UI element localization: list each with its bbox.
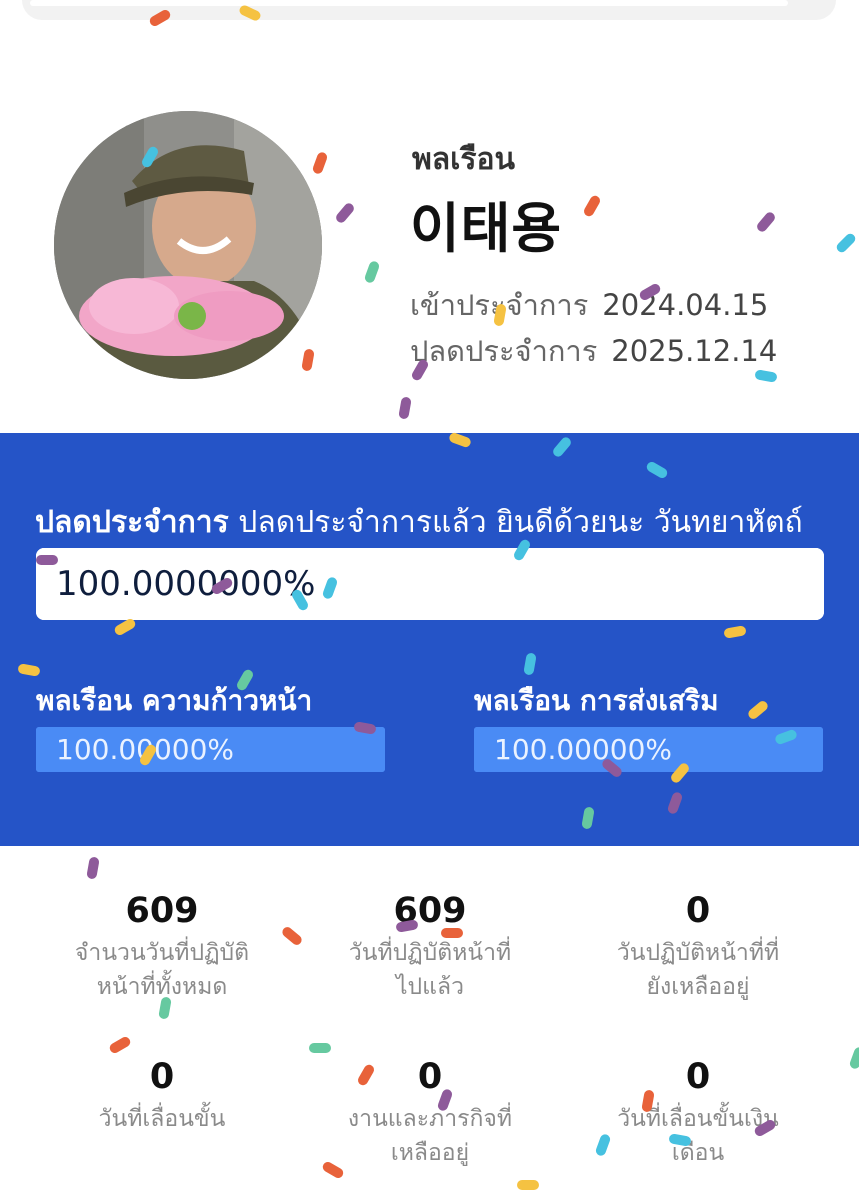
enlist-date: 2024.04.15: [602, 288, 769, 322]
confetti-piece: [312, 152, 328, 174]
confetti-piece: [398, 397, 412, 419]
progress-banner: [0, 433, 859, 846]
stat-value: 0: [685, 891, 711, 931]
confetti-piece: [309, 1043, 331, 1053]
stat-caption: งานและภารกิจที่เหลืออยู่: [305, 1102, 555, 1170]
stat-caption: วันที่เลื่อนขั้น: [37, 1102, 287, 1136]
confetti-piece: [584, 195, 600, 217]
discharge-date: 2025.12.14: [611, 334, 778, 368]
profile-avatar: [54, 111, 322, 379]
confetti-piece: [364, 261, 380, 283]
stat-caption-line: จำนวนวันที่ปฏิบัติ: [74, 940, 250, 966]
confetti-piece: [836, 233, 856, 253]
rank-progress-bar: 100.00000%: [36, 727, 385, 772]
rank-progress-label: พลเรือน ความก้าวหน้า: [36, 684, 313, 717]
stat-caption-line: เดือน: [671, 1140, 725, 1166]
stat-caption-line: วันที่ปฏิบัติหน้าที่: [348, 940, 512, 966]
avatar-photo: [54, 111, 322, 379]
discharge-progress-bar: 100.0000000%: [36, 548, 824, 620]
stat-promotion-days: 0 วันที่เลื่อนขั้น: [37, 1054, 287, 1136]
confetti-piece: [301, 349, 315, 371]
discharge-progress-text: 100.0000000%: [56, 564, 316, 604]
confetti-piece: [757, 212, 775, 232]
confetti-piece: [849, 1047, 859, 1069]
stat-caption-line: เหลืออยู่: [390, 1140, 470, 1166]
confetti-piece: [517, 1180, 539, 1190]
stat-caption-line: วันที่เลื่อนขั้นเงิน: [617, 1106, 779, 1132]
stat-value: 609: [393, 891, 467, 931]
top-card-edge: [22, 0, 836, 20]
stat-served-days: 609 วันที่ปฏิบัติหน้าที่ไปแล้ว: [305, 888, 555, 1004]
stat-caption: วันปฏิบัติหน้าที่ที่ยังเหลืออยู่: [573, 936, 823, 1004]
stat-caption: วันที่เลื่อนขั้นเงินเดือน: [573, 1102, 823, 1170]
promotion-progress-label: พลเรือน การส่งเสริม: [474, 684, 719, 717]
stat-caption: วันที่ปฏิบัติหน้าที่ไปแล้ว: [305, 936, 555, 1004]
enlist-label: เข้าประจำการ: [410, 288, 589, 322]
stat-value: 0: [149, 1057, 175, 1097]
discharge-label: ปลดประจำการ: [410, 334, 598, 368]
rank-progress-text: 100.00000%: [56, 733, 235, 766]
stat-caption-line: งานและภารกิจที่: [347, 1106, 513, 1132]
enlist-date-row: เข้าประจำการ 2024.04.15: [410, 282, 768, 328]
stat-caption-line: วันที่เลื่อนขั้น: [98, 1106, 226, 1132]
promotion-progress-bar: 100.00000%: [474, 727, 823, 772]
stat-remaining-tasks: 0 งานและภารกิจที่เหลืออยู่: [305, 1054, 555, 1170]
confetti-piece: [336, 203, 354, 223]
stat-value: 609: [125, 891, 199, 931]
stat-caption-line: ไปแล้ว: [395, 974, 464, 1000]
stat-salary-step-days: 0 วันที่เลื่อนขั้นเงินเดือน: [573, 1054, 823, 1170]
stat-remaining-days: 0 วันปฏิบัติหน้าที่ที่ยังเหลืออยู่: [573, 888, 823, 1004]
discharge-title: ปลดประจำการ: [35, 505, 229, 540]
promotion-progress-text: 100.00000%: [494, 733, 673, 766]
stat-caption-line: ยังเหลืออยู่: [646, 974, 750, 1000]
stat-total-days: 609 จำนวนวันที่ปฏิบัติหน้าที่ทั้งหมด: [37, 888, 287, 1004]
confetti-piece: [109, 1037, 131, 1053]
stat-value: 0: [417, 1057, 443, 1097]
stat-caption-line: วันปฏิบัติหน้าที่ที่: [616, 940, 780, 966]
rank-label: พลเรือน: [412, 142, 516, 177]
discharge-message: ปลดประจำการแล้ว ยินดีด้วยนะ วันทยาหัตถ์: [238, 505, 803, 540]
soldier-name: 이태용: [410, 197, 563, 260]
discharge-heading: ปลดประจำการ ปลดประจำการแล้ว ยินดีด้วยนะ …: [35, 499, 859, 543]
stat-caption-line: หน้าที่ทั้งหมด: [96, 974, 228, 1000]
stat-value: 0: [685, 1057, 711, 1097]
stat-caption: จำนวนวันที่ปฏิบัติหน้าที่ทั้งหมด: [37, 936, 287, 1004]
confetti-piece: [86, 857, 100, 879]
discharge-date-row: ปลดประจำการ 2025.12.14: [410, 328, 777, 374]
